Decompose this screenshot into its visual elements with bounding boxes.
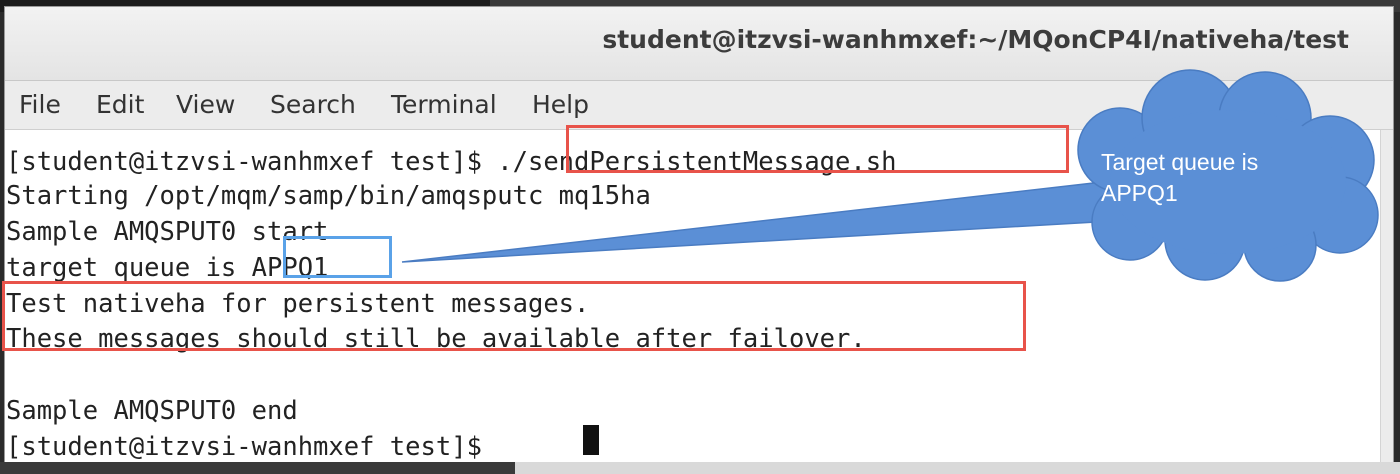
terminal-window: student@itzvsi-wanhmxef:~/MQonCP4I/nativ… [4,6,1394,470]
terminal-line-3: Sample AMQSPUT0 start [6,217,329,247]
terminal-scrollbar[interactable] [1380,130,1393,469]
terminal-line-4: target queue is APPQ1 [6,253,329,283]
menu-search[interactable]: Search [270,90,356,119]
menu-terminal[interactable]: Terminal [391,90,497,119]
menu-bar: File Edit View Search Terminal Help [5,81,1393,130]
callout-line-2: APPQ1 [1101,180,1178,206]
menu-edit[interactable]: Edit [96,90,144,119]
terminal-prompt: [student@itzvsi-wanhmxef test]$ [6,432,498,462]
title-bar[interactable]: student@itzvsi-wanhmxef:~/MQonCP4I/nativ… [5,7,1393,81]
menu-help[interactable]: Help [532,90,589,119]
queue-highlight-box [283,236,392,278]
command-highlight-box [566,125,1069,173]
window-title: student@itzvsi-wanhmxef:~/MQonCP4I/nativ… [602,25,1349,54]
terminal-cursor [583,425,599,455]
callout-line-1: Target queue is [1101,149,1259,175]
callout-text: Target queue is APPQ1 [1101,147,1321,209]
message-highlight-box [2,281,1026,351]
menu-file[interactable]: File [19,90,61,119]
terminal-line-8: Sample AMQSPUT0 end [6,396,298,426]
desktop-bottom-strip [0,462,1400,474]
terminal-line-2: Starting /opt/mqm/samp/bin/amqsputc mq15… [6,181,651,211]
menu-view[interactable]: View [176,90,235,119]
